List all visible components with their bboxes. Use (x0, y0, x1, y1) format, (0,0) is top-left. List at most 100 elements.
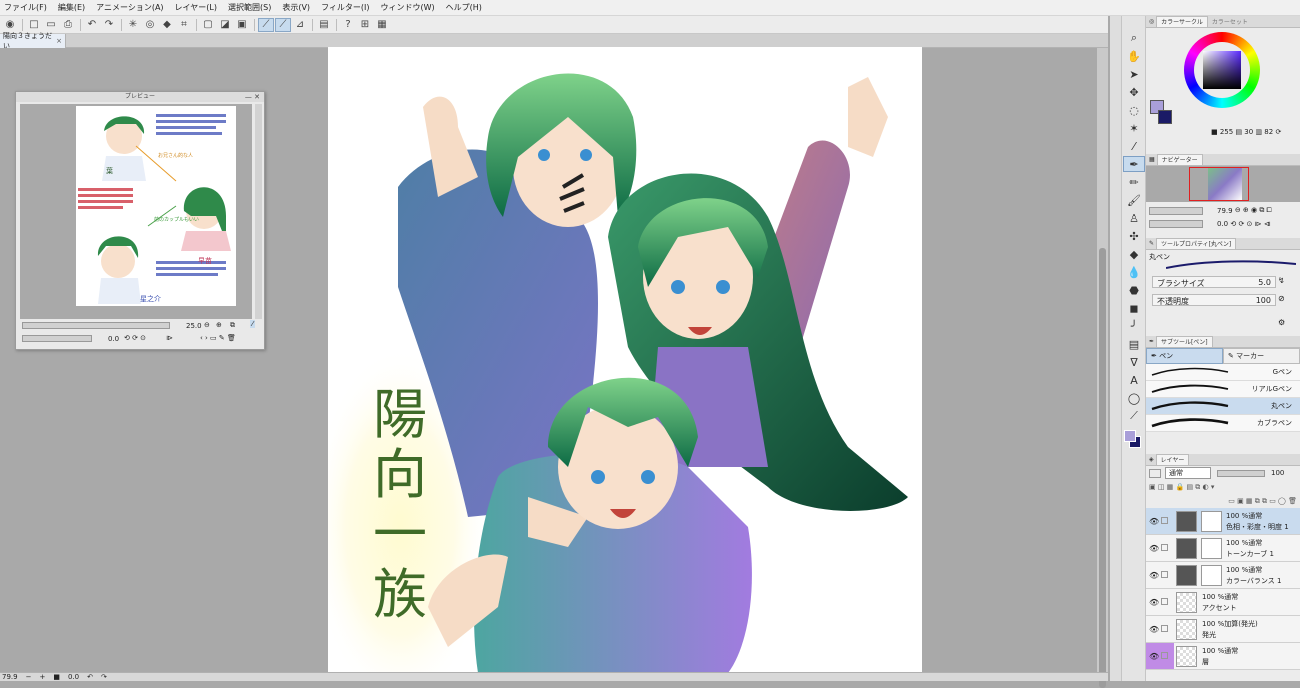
zoom-out-icon[interactable]: − (26, 673, 32, 681)
blend-mode-select[interactable]: 通常 (1165, 467, 1211, 479)
layer-row[interactable]: 👁 100 %通常 トーンカーブ 1 (1146, 535, 1300, 562)
eye-icon[interactable]: 👁 (1149, 625, 1159, 634)
layer-lock-box[interactable] (1161, 652, 1168, 659)
operation-tool-icon[interactable]: ➤ (1123, 66, 1145, 82)
layer-action-row[interactable]: ▭ ▣ ▦ ⧉ ⧉ ▭ ◯ 🗑 (1146, 494, 1300, 508)
main-color-swatch[interactable] (1124, 430, 1136, 442)
layer-lock-box[interactable] (1161, 544, 1168, 551)
layer-opacity-slider[interactable] (1217, 469, 1265, 477)
navigator-zoom-slider[interactable] (1149, 206, 1203, 215)
tab-marker[interactable]: ✎ マーカー (1223, 348, 1300, 364)
sub-color-swatch[interactable] (1158, 110, 1172, 124)
lasso-tool-icon[interactable]: ◌ (1123, 102, 1145, 118)
opacity-control[interactable]: 不透明度 100 (1152, 294, 1276, 306)
undo-icon[interactable]: ↶ (84, 18, 100, 32)
zoom-tool-icon[interactable]: ⌕ (1123, 30, 1145, 46)
rotate-left-icon[interactable]: ⟲ ⟳ ⊙ (124, 334, 146, 342)
rotate-right-icon[interactable]: ↷ (101, 673, 107, 681)
tab-layer[interactable]: レイヤー (1155, 454, 1190, 465)
frame-tool-icon[interactable]: ▤ (1123, 336, 1145, 352)
eraser-tool-icon[interactable]: ◆ (1123, 246, 1145, 262)
snap-grid-icon[interactable]: ⊿ (292, 18, 308, 32)
scrollbar-thumb[interactable] (1099, 248, 1106, 688)
magic-wand-icon[interactable]: ✶ (1123, 120, 1145, 136)
new-file-icon[interactable]: □ (26, 18, 42, 32)
eyedropper-icon[interactable]: ⁄ (250, 320, 256, 328)
decoration-tool-icon[interactable]: ✣ (1123, 228, 1145, 244)
menu-item[interactable]: アニメーション(A) (96, 2, 163, 13)
figure-tool-icon[interactable]: ╯ (1123, 318, 1145, 334)
refresh-icon[interactable]: ⟳ (1273, 128, 1281, 136)
preview-window[interactable]: プレビュー — ✕ 葉 早苗 星之介 お兄さん的な人 前のカップルもいい 25.… (15, 91, 265, 350)
document-icon[interactable]: ▤ (316, 18, 332, 32)
help-icon[interactable]: ? (340, 18, 356, 32)
pen-tool-icon[interactable]: ✒ (1123, 156, 1145, 172)
bucket-icon[interactable]: ◆ (159, 18, 175, 32)
layer-row[interactable]: 👁 100 %通常 カラーバランス 1 (1146, 562, 1300, 589)
close-icon[interactable]: × (56, 37, 62, 45)
menu-item[interactable]: レイヤー(L) (175, 2, 217, 13)
correct-line-tool-icon[interactable]: ⟋ (1123, 408, 1145, 424)
eye-icon[interactable]: 👁 (1149, 571, 1159, 580)
open-folder-icon[interactable]: ▭ (43, 18, 59, 32)
eye-icon[interactable]: 👁 (1149, 517, 1159, 526)
airbrush-tool-icon[interactable]: ♙ (1123, 210, 1145, 226)
tab-pen[interactable]: ✒ ペン (1146, 348, 1223, 364)
flip-icon[interactable]: ⧐ (166, 334, 173, 342)
save-icon[interactable]: ⎙ (60, 18, 76, 32)
select-none-icon[interactable]: ▢ (200, 18, 216, 32)
layer-color-icon[interactable] (1149, 468, 1161, 478)
hue-ring[interactable] (1184, 32, 1260, 108)
layer-row[interactable]: 👁 100 %通常 アクセント (1146, 589, 1300, 616)
layer-row[interactable]: 👁 100 %通常 色相・彩度・明度 1 (1146, 508, 1300, 535)
menu-item[interactable]: ウィンドウ(W) (381, 2, 435, 13)
pencil-tool-icon[interactable]: ✏ (1123, 174, 1145, 190)
close-icon[interactable]: — ✕ (245, 92, 260, 102)
balloon-tool-icon[interactable]: ◯ (1123, 390, 1145, 406)
layer-lock-box[interactable] (1161, 517, 1168, 524)
preview-view[interactable]: 葉 早苗 星之介 お兄さん的な人 前のカップルもいい (20, 104, 252, 319)
eye-icon[interactable]: 👁 (1149, 544, 1159, 553)
navigator-zoom-buttons[interactable]: ⊖ ⊕ ◉ ⧉ ⧠ (1233, 206, 1272, 215)
pressure-icon[interactable]: ↯ (1278, 276, 1285, 285)
brush-item[interactable]: リアルGペン (1146, 381, 1300, 398)
menu-item[interactable]: ヘルプ(H) (446, 2, 482, 13)
tab-color-set[interactable]: カラーセット (1208, 17, 1252, 26)
blend-tool-icon[interactable]: 💧 (1123, 264, 1145, 280)
navigator-rotate-slider[interactable] (1149, 220, 1203, 228)
menu-item[interactable]: 選択範囲(S) (228, 2, 271, 13)
navigator-rotate-buttons[interactable]: ⟲ ⟳ ⊙ ⧐ ⧏ (1228, 220, 1271, 228)
brush-item[interactable]: 丸ペン (1146, 398, 1300, 415)
menu-item[interactable]: ファイル(F) (4, 2, 47, 13)
fill-icon[interactable]: ◎ (142, 18, 158, 32)
preview-scrollbar[interactable] (255, 104, 262, 319)
navigator-viewport-frame[interactable] (1189, 167, 1249, 201)
menu-item[interactable]: 編集(E) (58, 2, 85, 13)
hand-tool-icon[interactable]: ✋ (1123, 48, 1145, 64)
crop-icon[interactable]: ⌗ (176, 18, 192, 32)
preview-rotate-slider[interactable] (22, 335, 92, 342)
fill-tool-icon[interactable]: ⬣ (1123, 282, 1145, 298)
artwork-canvas[interactable]: 陽 向 一 族 (328, 47, 922, 673)
tab-tool-property[interactable]: ツールプロパティ[丸ペン] (1155, 238, 1237, 249)
snap-special-ruler-icon[interactable]: ⟋ (275, 17, 291, 32)
companion-icon[interactable]: ▦ (374, 18, 390, 32)
eye-icon[interactable]: 👁 (1149, 652, 1159, 661)
layer-lock-box[interactable] (1161, 625, 1168, 632)
layer-row[interactable]: 👁 100 %通常層 (1146, 643, 1300, 670)
text-tool-icon[interactable]: A (1123, 372, 1145, 388)
preview-zoom-slider[interactable] (22, 322, 170, 329)
layer-lock-box[interactable] (1161, 571, 1168, 578)
redo-icon[interactable]: ↷ (101, 18, 117, 32)
zoom-in-icon[interactable]: + (39, 673, 45, 681)
rotate-left-icon[interactable]: ↶ (87, 673, 93, 681)
menu-item[interactable]: フィルター(I) (321, 2, 369, 13)
select-show-icon[interactable]: ▣ (234, 18, 250, 32)
fit-icon[interactable]: ■ (53, 673, 60, 681)
tool-color-swatches[interactable] (1122, 428, 1145, 452)
menu-item[interactable]: 表示(V) (282, 2, 310, 13)
tab-sub-tool[interactable]: サブツール[ペン] (1155, 336, 1213, 347)
ruler-tool-icon[interactable]: ∇ (1123, 354, 1145, 370)
zoom-out-icon[interactable]: ⊖ (204, 321, 210, 329)
layer-tool-row[interactable]: ▣ ◫ ▦ 🔒 ▤ ⧉ ◐ ▾ (1146, 480, 1300, 494)
